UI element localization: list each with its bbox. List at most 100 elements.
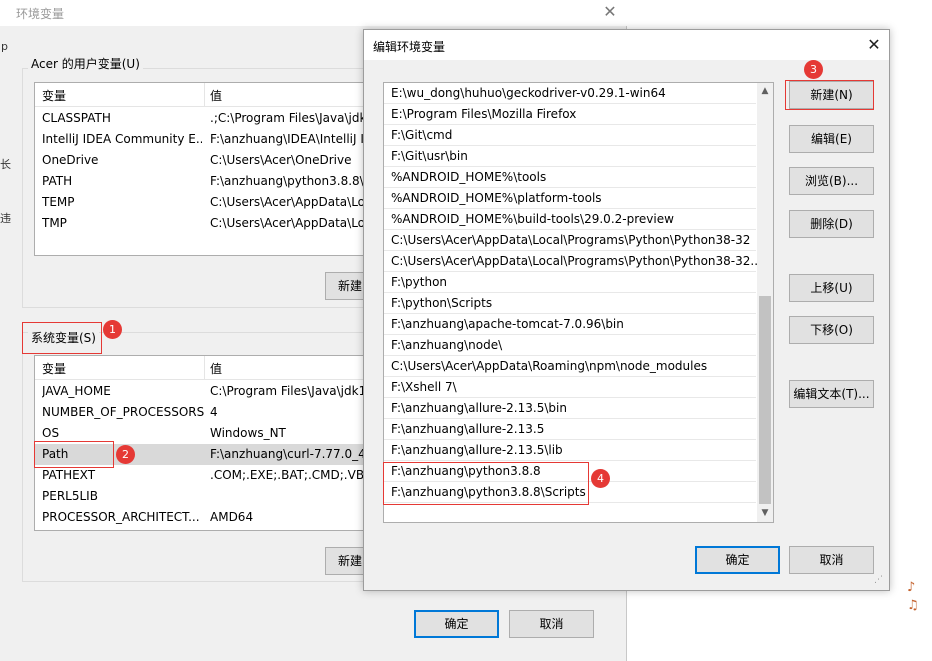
variable-value: F:\anzhuang\python3.8.8\S xyxy=(210,174,372,188)
variable-name: NUMBER_OF_PROCESSORS xyxy=(42,405,205,419)
list-item[interactable]: F:\anzhuang\apache-tomcat-7.0.96\bin xyxy=(384,314,756,335)
list-item[interactable]: C:\Users\Acer\AppData\Roaming\npm\node_m… xyxy=(384,356,756,377)
column-header-name[interactable]: 变量 xyxy=(42,360,66,377)
list-item[interactable]: F:\Git\cmd xyxy=(384,125,756,146)
vertical-scrollbar[interactable]: ▲ ▼ xyxy=(757,83,773,522)
music-note-icon: ♪ xyxy=(907,580,916,595)
variable-value: C:\Users\Acer\AppData\Loc xyxy=(210,216,372,230)
variable-name: PATH xyxy=(42,174,73,188)
table-row[interactable]: OneDrive C:\Users\Acer\OneDrive xyxy=(35,150,373,171)
clipped-text: 违 xyxy=(0,212,11,225)
close-icon[interactable]: ✕ xyxy=(864,35,884,55)
scroll-up-icon[interactable]: ▲ xyxy=(757,83,773,100)
edit-ok-button[interactable]: 确定 xyxy=(695,546,780,574)
annotation-badge: 1 xyxy=(103,320,122,339)
list-item[interactable]: F:\anzhuang\allure-2.13.5 xyxy=(384,419,756,440)
table-row[interactable]: JAVA_HOME C:\Program Files\Java\jdk1 xyxy=(35,381,373,402)
env-cancel-button[interactable]: 取消 xyxy=(509,610,594,638)
list-item[interactable]: F:\anzhuang\allure-2.13.5\bin xyxy=(384,398,756,419)
variable-value: AMD64 xyxy=(210,510,254,524)
variable-name: TMP xyxy=(42,216,67,230)
path-entries-list[interactable]: E:\wu_dong\huhuo\geckodriver-v0.29.1-win… xyxy=(383,82,774,523)
resize-grip-icon[interactable]: ⋰ xyxy=(874,575,883,585)
annotation-badge: 4 xyxy=(591,469,610,488)
user-variables-label: Acer 的用户变量(U) xyxy=(28,55,143,72)
table-row[interactable]: PROCESSOR_ARCHITECT... AMD64 xyxy=(35,507,373,528)
env-titlebar: 环境变量 ✕ xyxy=(0,0,627,26)
annotation-box-new xyxy=(785,80,874,110)
variable-name: PATHEXT xyxy=(42,468,96,482)
list-item[interactable]: E:\wu_dong\huhuo\geckodriver-v0.29.1-win… xyxy=(384,83,756,104)
move-up-button[interactable]: 上移(U) xyxy=(789,274,874,302)
list-item[interactable]: %ANDROID_HOME%\platform-tools xyxy=(384,188,756,209)
path-entry-text: E:\wu_dong\huhuo\geckodriver-v0.29.1-win… xyxy=(391,86,666,100)
variable-name: JAVA_HOME xyxy=(42,384,111,398)
browse-button[interactable]: 浏览(B)... xyxy=(789,167,874,195)
path-entry-text: F:\anzhuang\allure-2.13.5 xyxy=(391,422,545,436)
path-entry-text: F:\anzhuang\node\ xyxy=(391,338,503,352)
table-row[interactable]: TEMP C:\Users\Acer\AppData\Loc xyxy=(35,192,373,213)
list-item[interactable]: F:\Git\usr\bin xyxy=(384,146,756,167)
edit-text-button[interactable]: 编辑文本(T)... xyxy=(789,380,874,408)
list-item[interactable]: E:\Program Files\Mozilla Firefox xyxy=(384,104,756,125)
variable-value: F:\anzhuang\IDEA\IntelliJ I xyxy=(210,132,364,146)
list-item[interactable]: F:\python\Scripts xyxy=(384,293,756,314)
path-entry-text: E:\Program Files\Mozilla Firefox xyxy=(391,107,577,121)
path-entry-text: F:\anzhuang\apache-tomcat-7.0.96\bin xyxy=(391,317,624,331)
user-variables-list[interactable]: 变量 值 CLASSPATH .;C:\Program Files\Java\jd… xyxy=(34,82,374,256)
variable-value: C:\Program Files\Java\jdk1 xyxy=(210,384,367,398)
list-item[interactable]: F:\anzhuang\node\ xyxy=(384,335,756,356)
table-row[interactable]: CLASSPATH .;C:\Program Files\Java\jdk xyxy=(35,108,373,129)
column-header-value[interactable]: 值 xyxy=(210,360,222,377)
variable-value: Windows_NT xyxy=(210,426,286,440)
table-row[interactable]: TMP C:\Users\Acer\AppData\Loc xyxy=(35,213,373,234)
path-entry-text: C:\Users\Acer\AppData\Roaming\npm\node_m… xyxy=(391,359,708,373)
variable-name: PERL5LIB xyxy=(42,489,98,503)
table-row[interactable]: NUMBER_OF_PROCESSORS 4 xyxy=(35,402,373,423)
close-icon[interactable]: ✕ xyxy=(601,3,619,21)
table-row[interactable]: IntelliJ IDEA Community E... F:\anzhuang\… xyxy=(35,129,373,150)
variable-name: CLASSPATH xyxy=(42,111,111,125)
variable-value: .COM;.EXE;.BAT;.CMD;.VBS xyxy=(210,468,372,482)
table-row[interactable]: PERL5LIB xyxy=(35,486,373,507)
path-entry-text: %ANDROID_HOME%\build-tools\29.0.2-previe… xyxy=(391,212,674,226)
variable-name: OS xyxy=(42,426,60,440)
move-down-button[interactable]: 下移(O) xyxy=(789,316,874,344)
variable-name: OneDrive xyxy=(42,153,99,167)
variable-value: .;C:\Program Files\Java\jdk xyxy=(210,111,367,125)
edit-cancel-button[interactable]: 取消 xyxy=(789,546,874,574)
path-entry-text: %ANDROID_HOME%\tools xyxy=(391,170,547,184)
variable-name: IntelliJ IDEA Community E... xyxy=(42,132,202,146)
variable-name: TEMP xyxy=(42,195,75,209)
list-item[interactable]: F:\anzhuang\allure-2.13.5\lib xyxy=(384,440,756,461)
variable-value: F:\anzhuang\curl-7.77.0_4- xyxy=(210,447,371,461)
table-row[interactable]: PATH F:\anzhuang\python3.8.8\S xyxy=(35,171,373,192)
path-entry-text: F:\anzhuang\allure-2.13.5\lib xyxy=(391,443,563,457)
scrollbar-thumb[interactable] xyxy=(759,296,771,504)
list-item[interactable]: %ANDROID_HOME%\tools xyxy=(384,167,756,188)
edit-entry-button[interactable]: 编辑(E) xyxy=(789,125,874,153)
variable-name: PROCESSOR_ARCHITECT... xyxy=(42,510,200,524)
scroll-down-icon[interactable]: ▼ xyxy=(757,505,773,522)
column-header-value[interactable]: 值 xyxy=(210,87,222,104)
env-ok-button[interactable]: 确定 xyxy=(414,610,499,638)
table-row[interactable]: PATHEXT .COM;.EXE;.BAT;.CMD;.VBS xyxy=(35,465,373,486)
path-entry-text: C:\Users\Acer\AppData\Local\Programs\Pyt… xyxy=(391,233,751,247)
list-item[interactable]: C:\Users\Acer\AppData\Local\Programs\Pyt… xyxy=(384,251,762,272)
delete-entry-button[interactable]: 删除(D) xyxy=(789,210,874,238)
list-item[interactable]: F:\Xshell 7\ xyxy=(384,377,756,398)
variable-value: C:\Users\Acer\AppData\Loc xyxy=(210,195,372,209)
list-item[interactable]: F:\python xyxy=(384,272,756,293)
list-item[interactable]: %ANDROID_HOME%\build-tools\29.0.2-previe… xyxy=(384,209,756,230)
annotation-box-path xyxy=(34,441,114,468)
column-header-name[interactable]: 变量 xyxy=(42,87,66,104)
list-item[interactable]: C:\Users\Acer\AppData\Local\Programs\Pyt… xyxy=(384,230,756,251)
path-entry-text: %ANDROID_HOME%\platform-tools xyxy=(391,191,602,205)
path-entry-text: F:\anzhuang\allure-2.13.5\bin xyxy=(391,401,567,415)
list-header: 变量 值 xyxy=(35,83,373,107)
annotation-badge: 2 xyxy=(116,445,135,464)
variable-value: C:\Users\Acer\OneDrive xyxy=(210,153,352,167)
list-header: 变量 值 xyxy=(35,356,373,380)
clipped-text: 长 xyxy=(0,158,11,171)
annotation-box-python-entries xyxy=(383,462,589,505)
